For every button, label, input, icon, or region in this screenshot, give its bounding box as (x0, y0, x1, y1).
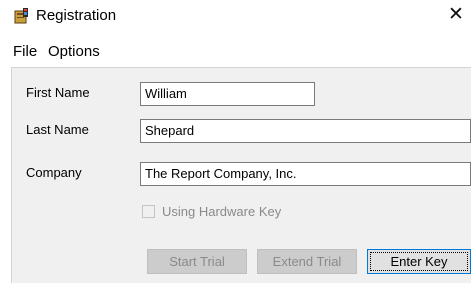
enter-key-button[interactable]: Enter Key (367, 249, 471, 274)
hardware-key-checkbox-label: Using Hardware Key (162, 204, 282, 219)
company-label: Company (26, 165, 82, 180)
title-bar[interactable]: Registration ✕ (0, 0, 471, 32)
start-trial-button[interactable]: Start Trial (147, 249, 247, 274)
company-field[interactable]: The Report Company, Inc. (140, 162, 471, 186)
dialog-client-area: First Name William Last Name Shepard Com… (11, 67, 471, 283)
first-name-label: First Name (26, 85, 90, 100)
registration-app-icon (14, 8, 30, 24)
close-icon[interactable]: ✕ (444, 4, 468, 28)
first-name-field[interactable]: William (140, 82, 315, 106)
last-name-label: Last Name (26, 122, 89, 137)
enter-key-button-label: Enter Key (390, 254, 448, 269)
hardware-key-checkbox-box[interactable] (142, 205, 155, 218)
window-title: Registration (36, 7, 117, 24)
menu-bar: File Options (0, 40, 471, 64)
extend-trial-button[interactable]: Extend Trial (257, 249, 357, 274)
menu-file[interactable]: File (13, 40, 37, 64)
menu-options[interactable]: Options (48, 40, 100, 64)
last-name-field[interactable]: Shepard (140, 119, 471, 143)
